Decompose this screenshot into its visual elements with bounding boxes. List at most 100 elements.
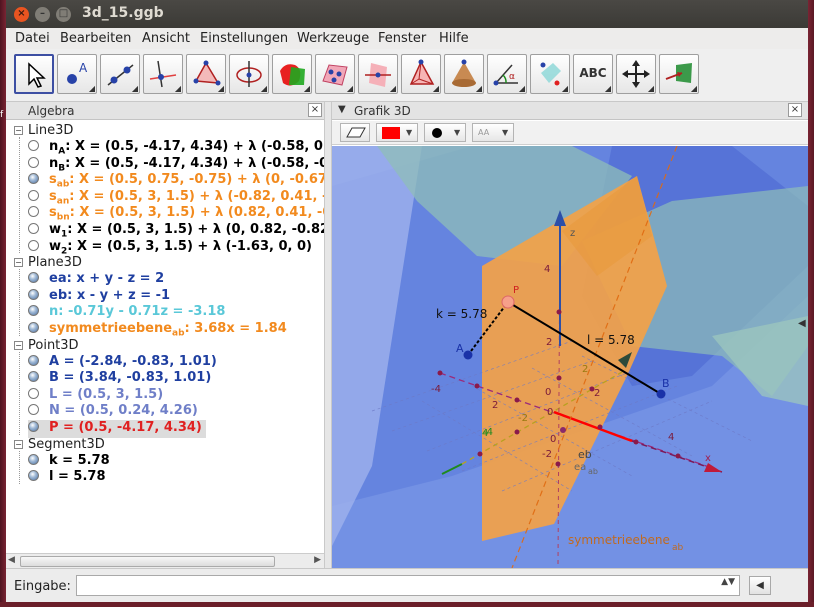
tool-reflect[interactable]: ◢ <box>530 54 570 94</box>
collapse-toggle-icon[interactable]: − <box>14 340 23 350</box>
input-help-button[interactable]: ◀ <box>749 576 771 595</box>
algebra-category-segment3d[interactable]: − Segment3D <box>14 437 105 453</box>
tool-line[interactable]: ◢ <box>100 54 140 94</box>
tool-text[interactable]: ABC ◢ <box>573 54 613 94</box>
visibility-toggle-icon[interactable] <box>28 371 39 383</box>
window-minimize-button[interactable]: – <box>35 7 50 22</box>
visibility-toggle-icon[interactable] <box>28 189 39 201</box>
tool-angle[interactable]: α ◢ <box>487 54 527 94</box>
panel-expand-arrow-icon[interactable]: ◀ <box>798 318 806 329</box>
visibility-toggle-icon[interactable] <box>28 354 39 366</box>
visibility-toggle-icon[interactable] <box>28 387 39 399</box>
visibility-toggle-icon[interactable] <box>28 322 39 333</box>
menu-datei[interactable]: Datei <box>15 31 50 46</box>
algebra-item-l[interactable]: L = (0.5, 3, 1.5) <box>28 387 163 405</box>
scroll-right-icon[interactable]: ▶ <box>314 555 321 565</box>
algebra-item-san[interactable]: san: X = (0.5, 3, 1.5) + λ (-0.82, 0.41,… <box>28 189 336 207</box>
menu-bearbeiten[interactable]: Bearbeiten <box>60 31 131 46</box>
algebra-item-n[interactable]: N = (0.5, 0.24, 4.26) <box>28 403 198 421</box>
tool-cone[interactable]: ◢ <box>444 54 484 94</box>
algebra-item-p[interactable]: P = (0.5, -4.17, 4.34) <box>28 420 206 438</box>
menu-ansicht[interactable]: Ansicht <box>142 31 190 46</box>
menu-hilfe[interactable]: Hilfe <box>439 31 469 46</box>
visibility-toggle-icon[interactable] <box>28 470 39 482</box>
algebra-item-ea[interactable]: ea: x + y - z = 2 <box>28 271 164 289</box>
visibility-toggle-icon[interactable] <box>28 223 39 234</box>
visibility-toggle-icon[interactable] <box>28 453 39 465</box>
collapse-triangle-icon[interactable]: ▼ <box>338 104 346 115</box>
visibility-toggle-icon[interactable] <box>28 305 39 317</box>
algebra-item-w2[interactable]: w2: X = (0.5, 3, 1.5) + λ (-1.63, 0, 0) <box>28 239 312 257</box>
collapse-toggle-icon[interactable]: − <box>14 258 23 268</box>
tool-point[interactable]: A ◢ <box>57 54 97 94</box>
algebra-item-a[interactable]: A = (-2.84, -0.83, 1.01) <box>28 354 217 372</box>
graphics-close-button[interactable]: × <box>788 103 802 117</box>
tool-perpendicular-plane[interactable]: ◢ <box>358 54 398 94</box>
window-close-button[interactable]: × <box>14 7 29 22</box>
algebra-category-point3d[interactable]: − Point3D <box>14 338 79 354</box>
algebra-item-l[interactable]: l = 5.78 <box>28 469 106 487</box>
tool-move-view[interactable]: ◢ <box>616 54 656 94</box>
item-label: n <box>49 304 59 320</box>
visibility-toggle-icon[interactable] <box>28 404 39 416</box>
algebra-item-k[interactable]: k = 5.78 <box>28 453 110 471</box>
tick-z-neg2: -2 <box>542 449 552 460</box>
menu-einstellungen[interactable]: Einstellungen <box>200 31 288 46</box>
tool-plane-three-points[interactable]: ◢ <box>315 54 355 94</box>
algebra-item-eb[interactable]: eb: x - y + z = -1 <box>28 288 170 306</box>
tool-move-pointer[interactable] <box>14 54 54 94</box>
visibility-toggle-icon[interactable] <box>28 156 39 168</box>
menu-werkzeuge[interactable]: Werkzeuge <box>297 31 369 46</box>
visibility-toggle-icon[interactable] <box>28 173 39 185</box>
algebra-item-sab[interactable]: sab: X = (0.5, 0.75, -0.75) + λ (0, -0.6… <box>28 172 332 190</box>
item-label: s <box>49 172 57 188</box>
label-style-button[interactable]: AA ▼ <box>472 123 514 142</box>
algebra-horizontal-scrollbar[interactable]: ◀ ▶ <box>6 553 324 568</box>
collapse-toggle-icon[interactable]: − <box>14 439 23 449</box>
plane-toggle-button[interactable] <box>340 123 370 142</box>
tool-pyramid[interactable]: ◢ <box>401 54 441 94</box>
algebra-item-sbn[interactable]: sbn: X = (0.5, 3, 1.5) + λ (0.82, 0.41, … <box>28 205 336 223</box>
visibility-toggle-icon[interactable] <box>28 288 39 300</box>
visibility-toggle-icon[interactable] <box>28 239 39 251</box>
algebra-item-b[interactable]: B = (3.84, -0.83, 1.01) <box>28 370 211 388</box>
tool-circle[interactable]: ◢ <box>229 54 269 94</box>
algebra-item-n[interactable]: n: -0.71y - 0.71z = -3.18 <box>28 304 225 322</box>
tool-intersect[interactable]: ◢ <box>272 54 312 94</box>
visibility-toggle-icon[interactable] <box>28 421 39 432</box>
visibility-toggle-icon[interactable] <box>28 140 39 151</box>
collapse-toggle-icon[interactable]: − <box>14 126 23 135</box>
algebra-item-nb[interactable]: nB: X = (0.5, -4.17, 4.34) + λ (-0.58, -… <box>28 156 342 174</box>
point-p[interactable] <box>501 295 515 309</box>
input-field[interactable]: ▲▼ <box>76 575 740 596</box>
visibility-toggle-icon[interactable] <box>28 272 39 284</box>
algebra-category-line3d[interactable]: − Line3D <box>14 123 73 139</box>
polygon-icon <box>193 60 221 86</box>
algebra-title: Algebra <box>28 104 75 118</box>
item-expression: : X = (0.5, 3, 1.5) + λ (0, 0.82, -0.82) <box>67 222 335 237</box>
point-b[interactable] <box>656 389 666 399</box>
tool-perpendicular[interactable]: ◢ <box>143 54 183 94</box>
menu-fenster[interactable]: Fenster <box>378 31 426 46</box>
tool-polygon[interactable]: ◢ <box>186 54 226 94</box>
visibility-toggle-icon[interactable] <box>28 206 39 218</box>
item-label: N <box>49 403 60 419</box>
point-a[interactable] <box>463 350 473 360</box>
algebra-item-na[interactable]: nA: X = (0.5, -4.17, 4.34) + λ (-0.58, 0… <box>28 139 337 157</box>
color-picker-button[interactable]: ▼ <box>376 123 418 142</box>
graphics-3d-canvas[interactable]: k = 5.78 l = 5.78 A B P z x eb ea ab sym… <box>332 146 808 568</box>
scroll-left-icon[interactable]: ◀ <box>8 555 15 565</box>
view-splitter[interactable] <box>324 102 332 568</box>
point-style-button[interactable]: ▼ <box>424 123 466 142</box>
algebra-item-symmetrieebeneab[interactable]: symmetrieebeneab: 3.68x = 1.84 <box>28 321 287 339</box>
item-label: s <box>49 188 57 204</box>
algebra-category-plane3d[interactable]: − Plane3D <box>14 255 82 271</box>
input-history-arrows-icon[interactable]: ▲▼ <box>721 578 735 587</box>
algebra-item-w1[interactable]: w1: X = (0.5, 3, 1.5) + λ (0, 0.82, -0.8… <box>28 222 335 240</box>
algebra-close-button[interactable]: × <box>308 103 322 117</box>
window-maximize-button[interactable]: □ <box>56 7 71 22</box>
tool-view-direction[interactable]: ◢ <box>659 54 699 94</box>
scroll-thumb[interactable] <box>20 556 275 567</box>
item-label: k <box>49 452 58 468</box>
desktop-edge-bottom <box>0 602 814 607</box>
